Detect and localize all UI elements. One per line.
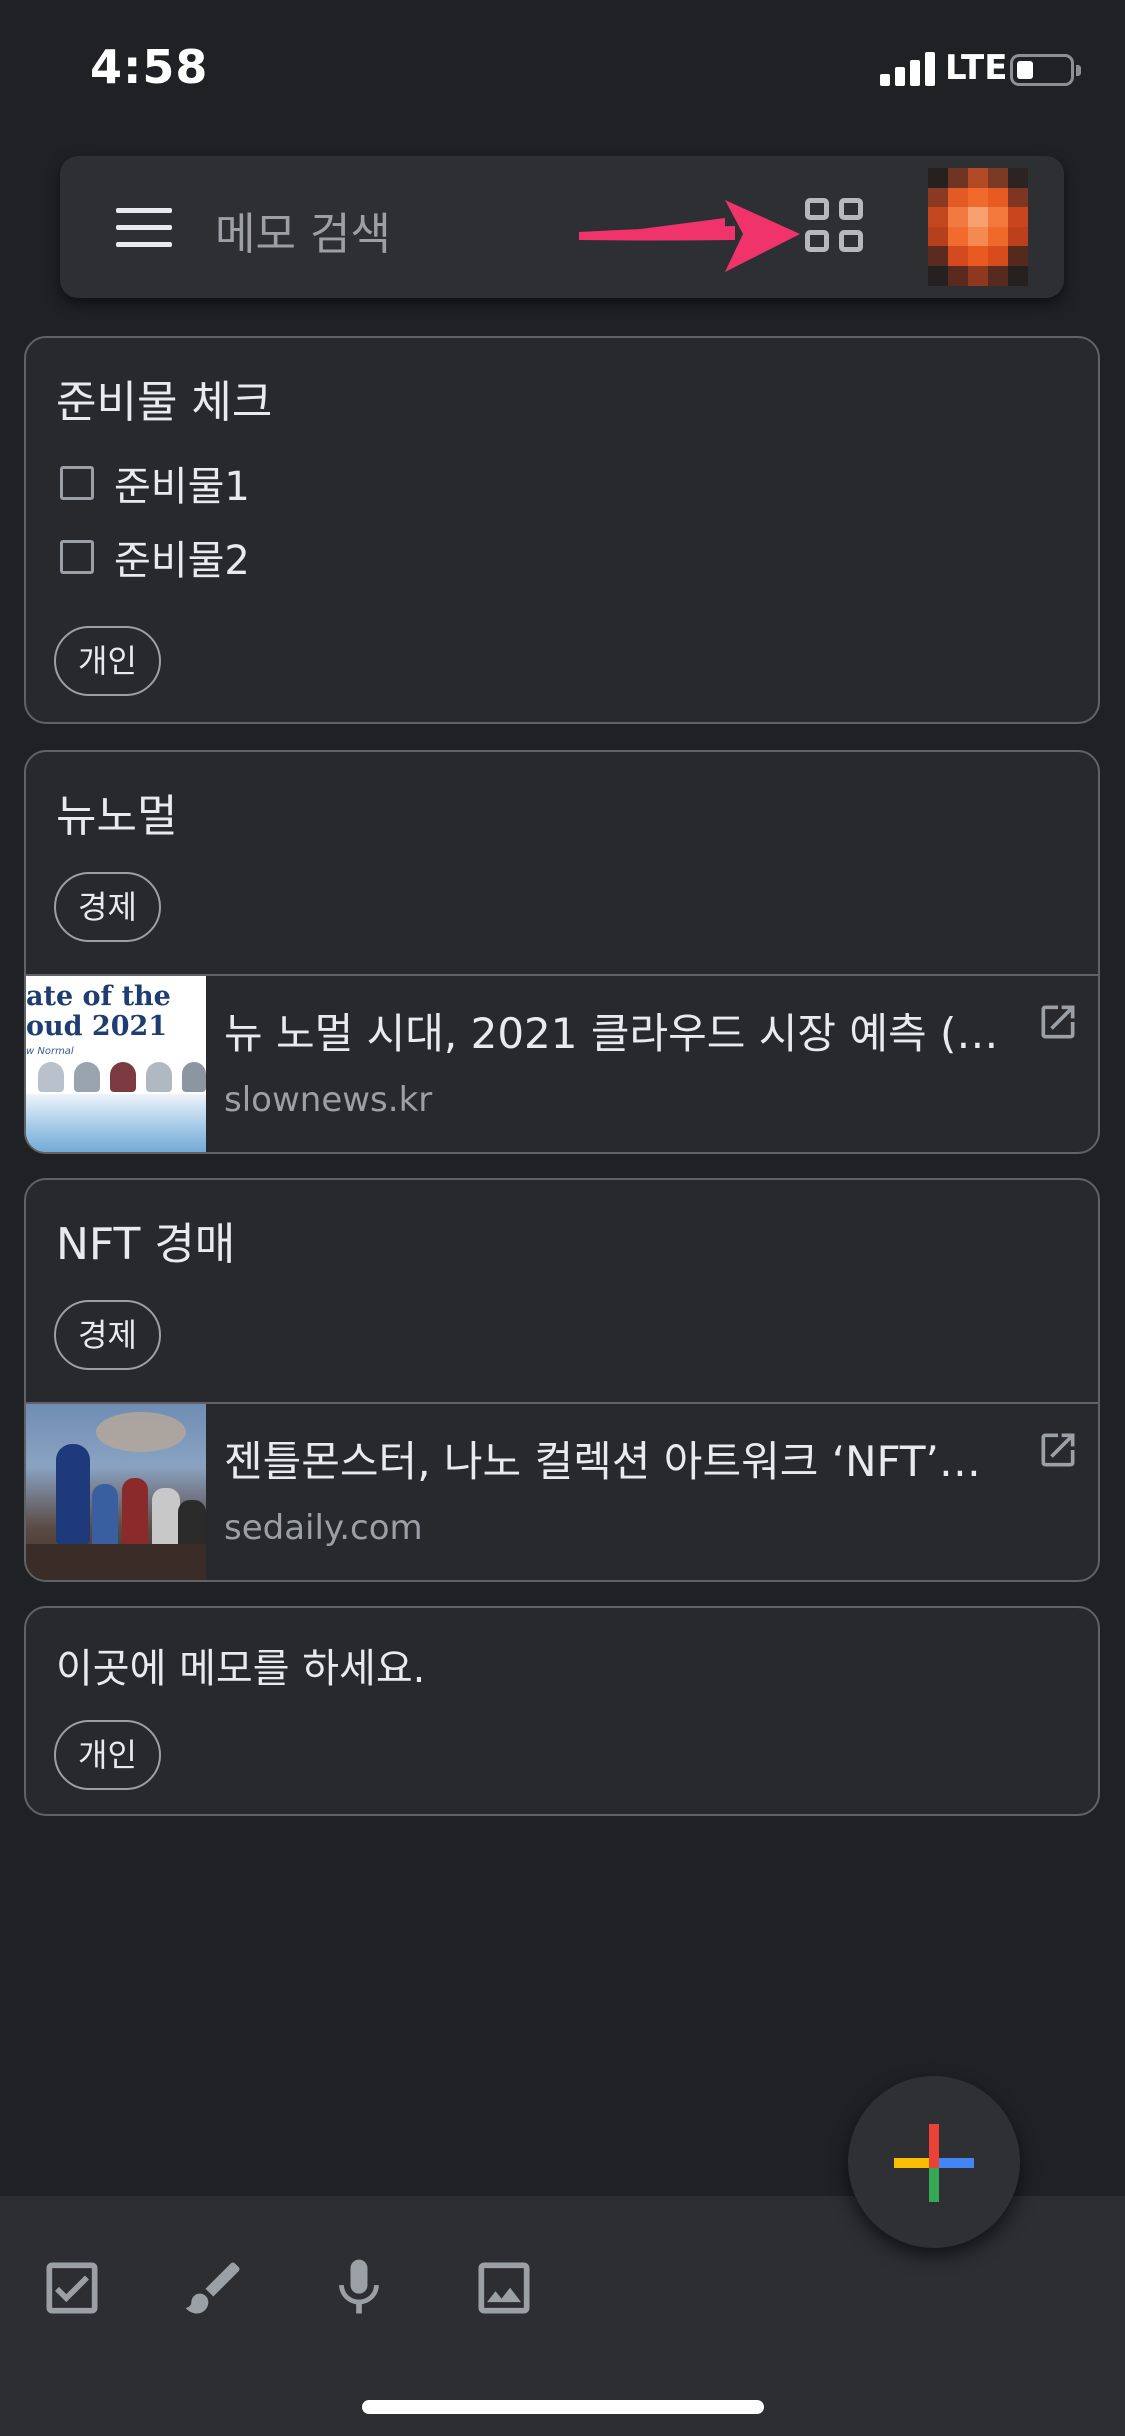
open-in-new-icon[interactable] (1036, 1000, 1080, 1044)
link-thumbnail: ate of the oud 2021 w Normal (26, 976, 206, 1152)
home-indicator (362, 2400, 764, 2414)
label-chip[interactable]: 경제 (54, 1300, 161, 1370)
checklist-item: 준비물1 (60, 458, 250, 510)
label-chip[interactable]: 개인 (54, 626, 161, 696)
label-chip[interactable]: 개인 (54, 1720, 161, 1790)
plus-icon (894, 2124, 974, 2202)
note-card[interactable]: 이곳에 메모를 하세요. 개인 (24, 1606, 1100, 1816)
link-domain: slownews.kr (224, 1080, 433, 1120)
note-title: 뉴노멀 (56, 791, 178, 842)
keep-notes-screen: 4:58 LTE 메모 검색 준비물 체크 준비물1 준비물2 개인 뉴노멀 경… (0, 0, 1125, 2436)
link-title: 뉴 노멀 시대, 2021 클라우드 시장 예측 (… (224, 1009, 999, 1058)
search-bar[interactable]: 메모 검색 (60, 156, 1064, 298)
note-body: 이곳에 메모를 하세요. (56, 1646, 426, 1692)
grid-view-icon[interactable] (805, 198, 867, 256)
link-domain: sedaily.com (224, 1508, 423, 1548)
link-preview[interactable]: ate of the oud 2021 w Normal 뉴 노멀 시대, 20… (26, 974, 1098, 1152)
cellular-signal-icon (880, 52, 936, 86)
link-preview[interactable]: 젠틀몬스터, 나노 컬렉션 아트워크 ‘NFT’… sedaily.com (26, 1402, 1098, 1580)
link-thumbnail (26, 1404, 206, 1580)
thumbnail-text: oud 2021 (26, 1011, 168, 1042)
note-card[interactable]: 준비물 체크 준비물1 준비물2 개인 (24, 336, 1100, 724)
brush-icon[interactable] (180, 2254, 248, 2322)
microphone-icon[interactable] (325, 2254, 393, 2322)
note-card[interactable]: 뉴노멀 경제 ate of the oud 2021 w Normal 뉴 노멀… (24, 750, 1100, 1154)
checkbox-icon[interactable] (38, 2254, 106, 2322)
open-in-new-icon[interactable] (1036, 1428, 1080, 1472)
thumbnail-text: w Normal (26, 1046, 74, 1057)
label-chip[interactable]: 경제 (54, 872, 161, 942)
checklist-item-label: 준비물1 (114, 464, 250, 510)
checkbox[interactable] (60, 540, 94, 574)
note-title: NFT 경매 (56, 1219, 236, 1270)
search-input[interactable]: 메모 검색 (215, 198, 391, 262)
thumbnail-text: ate of the (26, 981, 171, 1012)
status-time: 4:58 (90, 40, 209, 94)
network-type: LTE (945, 48, 1008, 88)
note-title: 준비물 체크 (56, 377, 273, 428)
checkbox[interactable] (60, 466, 94, 500)
checklist-item: 준비물2 (60, 532, 250, 584)
add-note-button[interactable] (848, 2076, 1020, 2248)
link-title: 젠틀몬스터, 나노 컬렉션 아트워크 ‘NFT’… (224, 1437, 981, 1486)
status-bar: 4:58 LTE (0, 0, 1125, 140)
battery-icon (1010, 54, 1081, 86)
hamburger-menu-icon[interactable] (116, 208, 172, 248)
note-card[interactable]: NFT 경매 경제 젠틀몬스터, 나노 컬렉션 아트워크 ‘NFT’… seda… (24, 1178, 1100, 1582)
avatar[interactable] (928, 168, 1028, 286)
image-icon[interactable] (470, 2254, 538, 2322)
checklist-item-label: 준비물2 (114, 538, 250, 584)
